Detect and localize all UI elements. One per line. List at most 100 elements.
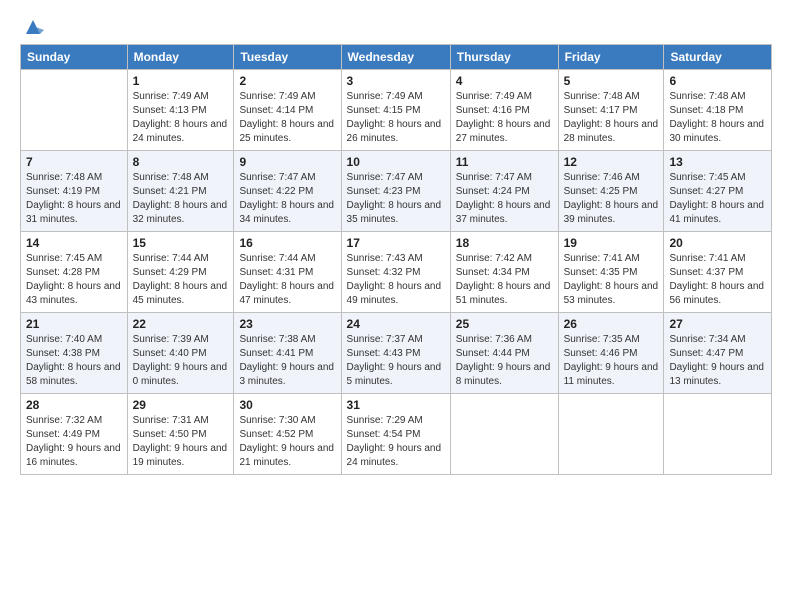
calendar-day-cell: 9 Sunrise: 7:47 AMSunset: 4:22 PMDaylight… [234, 151, 341, 232]
calendar-day-cell: 12 Sunrise: 7:46 AMSunset: 4:25 PMDayligh… [558, 151, 664, 232]
day-info: Sunrise: 7:39 AMSunset: 4:40 PMDaylight:… [133, 333, 229, 389]
day-info: Sunrise: 7:41 AMSunset: 4:35 PMDaylight:… [564, 252, 659, 308]
page-header [20, 16, 772, 34]
day-info: Sunrise: 7:49 AMSunset: 4:14 PMDaylight:… [239, 90, 335, 146]
day-number: 7 [26, 155, 122, 169]
column-header-tuesday: Tuesday [234, 45, 341, 70]
calendar-day-cell: 11 Sunrise: 7:47 AMSunset: 4:24 PMDayligh… [450, 151, 558, 232]
day-number: 22 [133, 317, 229, 331]
calendar-day-cell: 29 Sunrise: 7:31 AMSunset: 4:50 PMDayligh… [127, 394, 234, 475]
day-info: Sunrise: 7:44 AMSunset: 4:31 PMDaylight:… [239, 252, 335, 308]
calendar-day-cell: 5 Sunrise: 7:48 AMSunset: 4:17 PMDaylight… [558, 70, 664, 151]
calendar-day-cell: 2Sunrise: 7:49 AMSunset: 4:14 PMDaylight… [234, 70, 341, 151]
day-number: 4 [456, 74, 553, 88]
day-info: Sunrise: 7:47 AMSunset: 4:22 PMDaylight:… [239, 171, 335, 227]
day-number: 10 [347, 155, 445, 169]
column-header-sunday: Sunday [21, 45, 128, 70]
day-number: 14 [26, 236, 122, 250]
calendar-table: SundayMondayTuesdayWednesdayThursdayFrid… [20, 44, 772, 475]
day-number: 31 [347, 398, 445, 412]
day-info: Sunrise: 7:48 AMSunset: 4:17 PMDaylight:… [564, 90, 659, 146]
day-info: Sunrise: 7:45 AMSunset: 4:27 PMDaylight:… [669, 171, 766, 227]
day-info: Sunrise: 7:32 AMSunset: 4:49 PMDaylight:… [26, 414, 122, 470]
day-info: Sunrise: 7:30 AMSunset: 4:52 PMDaylight:… [239, 414, 335, 470]
day-number: 9 [239, 155, 335, 169]
day-number: 27 [669, 317, 766, 331]
calendar-day-cell: 20Sunrise: 7:41 AMSunset: 4:37 PMDayligh… [664, 232, 772, 313]
calendar-day-cell: 21 Sunrise: 7:40 AMSunset: 4:38 PMDayligh… [21, 313, 128, 394]
calendar-week-row: 14 Sunrise: 7:45 AMSunset: 4:28 PMDayligh… [21, 232, 772, 313]
day-number: 1 [133, 74, 229, 88]
day-number: 13 [669, 155, 766, 169]
day-info: Sunrise: 7:43 AMSunset: 4:32 PMDaylight:… [347, 252, 445, 308]
column-header-wednesday: Wednesday [341, 45, 450, 70]
logo [20, 16, 44, 34]
day-number: 16 [239, 236, 335, 250]
calendar-day-cell: 1 Sunrise: 7:49 AMSunset: 4:13 PMDaylight… [127, 70, 234, 151]
calendar-day-cell [664, 394, 772, 475]
calendar-week-row: 1 Sunrise: 7:49 AMSunset: 4:13 PMDaylight… [21, 70, 772, 151]
day-number: 12 [564, 155, 659, 169]
day-info: Sunrise: 7:46 AMSunset: 4:25 PMDaylight:… [564, 171, 659, 227]
calendar-week-row: 7 Sunrise: 7:48 AMSunset: 4:19 PMDaylight… [21, 151, 772, 232]
calendar-day-cell: 30 Sunrise: 7:30 AMSunset: 4:52 PMDayligh… [234, 394, 341, 475]
day-info: Sunrise: 7:49 AMSunset: 4:16 PMDaylight:… [456, 90, 553, 146]
day-info: Sunrise: 7:38 AMSunset: 4:41 PMDaylight:… [239, 333, 335, 389]
day-info: Sunrise: 7:34 AMSunset: 4:47 PMDaylight:… [669, 333, 766, 389]
day-number: 18 [456, 236, 553, 250]
calendar-day-cell: 14 Sunrise: 7:45 AMSunset: 4:28 PMDayligh… [21, 232, 128, 313]
column-header-monday: Monday [127, 45, 234, 70]
calendar-day-cell: 24Sunrise: 7:37 AMSunset: 4:43 PMDayligh… [341, 313, 450, 394]
day-number: 15 [133, 236, 229, 250]
day-info: Sunrise: 7:47 AMSunset: 4:24 PMDaylight:… [456, 171, 553, 227]
calendar-header-row: SundayMondayTuesdayWednesdayThursdayFrid… [21, 45, 772, 70]
calendar-day-cell: 8 Sunrise: 7:48 AMSunset: 4:21 PMDaylight… [127, 151, 234, 232]
calendar-day-cell: 10 Sunrise: 7:47 AMSunset: 4:23 PMDayligh… [341, 151, 450, 232]
day-info: Sunrise: 7:36 AMSunset: 4:44 PMDaylight:… [456, 333, 553, 389]
day-info: Sunrise: 7:41 AMSunset: 4:37 PMDaylight:… [669, 252, 766, 308]
calendar-day-cell: 16 Sunrise: 7:44 AMSunset: 4:31 PMDayligh… [234, 232, 341, 313]
day-number: 3 [347, 74, 445, 88]
day-number: 26 [564, 317, 659, 331]
day-number: 28 [26, 398, 122, 412]
calendar-week-row: 28 Sunrise: 7:32 AMSunset: 4:49 PMDayligh… [21, 394, 772, 475]
day-number: 24 [347, 317, 445, 331]
day-info: Sunrise: 7:49 AMSunset: 4:13 PMDaylight:… [133, 90, 229, 146]
calendar-day-cell: 31 Sunrise: 7:29 AMSunset: 4:54 PMDayligh… [341, 394, 450, 475]
calendar-day-cell: 23 Sunrise: 7:38 AMSunset: 4:41 PMDayligh… [234, 313, 341, 394]
calendar-day-cell: 28 Sunrise: 7:32 AMSunset: 4:49 PMDayligh… [21, 394, 128, 475]
day-info: Sunrise: 7:47 AMSunset: 4:23 PMDaylight:… [347, 171, 445, 227]
calendar-day-cell: 25Sunrise: 7:36 AMSunset: 4:44 PMDayligh… [450, 313, 558, 394]
day-info: Sunrise: 7:29 AMSunset: 4:54 PMDaylight:… [347, 414, 445, 470]
day-info: Sunrise: 7:49 AMSunset: 4:15 PMDaylight:… [347, 90, 445, 146]
calendar-day-cell: 26Sunrise: 7:35 AMSunset: 4:46 PMDayligh… [558, 313, 664, 394]
calendar-day-cell: 4 Sunrise: 7:49 AMSunset: 4:16 PMDaylight… [450, 70, 558, 151]
calendar-day-cell [558, 394, 664, 475]
calendar-day-cell: 7 Sunrise: 7:48 AMSunset: 4:19 PMDaylight… [21, 151, 128, 232]
calendar-week-row: 21 Sunrise: 7:40 AMSunset: 4:38 PMDayligh… [21, 313, 772, 394]
calendar-day-cell: 3 Sunrise: 7:49 AMSunset: 4:15 PMDaylight… [341, 70, 450, 151]
day-number: 21 [26, 317, 122, 331]
day-number: 6 [669, 74, 766, 88]
calendar-day-cell: 17Sunrise: 7:43 AMSunset: 4:32 PMDayligh… [341, 232, 450, 313]
day-number: 23 [239, 317, 335, 331]
day-info: Sunrise: 7:40 AMSunset: 4:38 PMDaylight:… [26, 333, 122, 389]
day-info: Sunrise: 7:31 AMSunset: 4:50 PMDaylight:… [133, 414, 229, 470]
day-number: 8 [133, 155, 229, 169]
calendar-day-cell: 15Sunrise: 7:44 AMSunset: 4:29 PMDayligh… [127, 232, 234, 313]
day-number: 29 [133, 398, 229, 412]
day-number: 30 [239, 398, 335, 412]
day-info: Sunrise: 7:42 AMSunset: 4:34 PMDaylight:… [456, 252, 553, 308]
day-info: Sunrise: 7:48 AMSunset: 4:21 PMDaylight:… [133, 171, 229, 227]
calendar-day-cell: 13 Sunrise: 7:45 AMSunset: 4:27 PMDayligh… [664, 151, 772, 232]
day-number: 11 [456, 155, 553, 169]
day-info: Sunrise: 7:48 AMSunset: 4:19 PMDaylight:… [26, 171, 122, 227]
logo-icon [22, 16, 44, 38]
calendar-day-cell [450, 394, 558, 475]
day-info: Sunrise: 7:45 AMSunset: 4:28 PMDaylight:… [26, 252, 122, 308]
day-number: 5 [564, 74, 659, 88]
day-number: 19 [564, 236, 659, 250]
day-info: Sunrise: 7:48 AMSunset: 4:18 PMDaylight:… [669, 90, 766, 146]
calendar-day-cell: 18 Sunrise: 7:42 AMSunset: 4:34 PMDayligh… [450, 232, 558, 313]
column-header-thursday: Thursday [450, 45, 558, 70]
